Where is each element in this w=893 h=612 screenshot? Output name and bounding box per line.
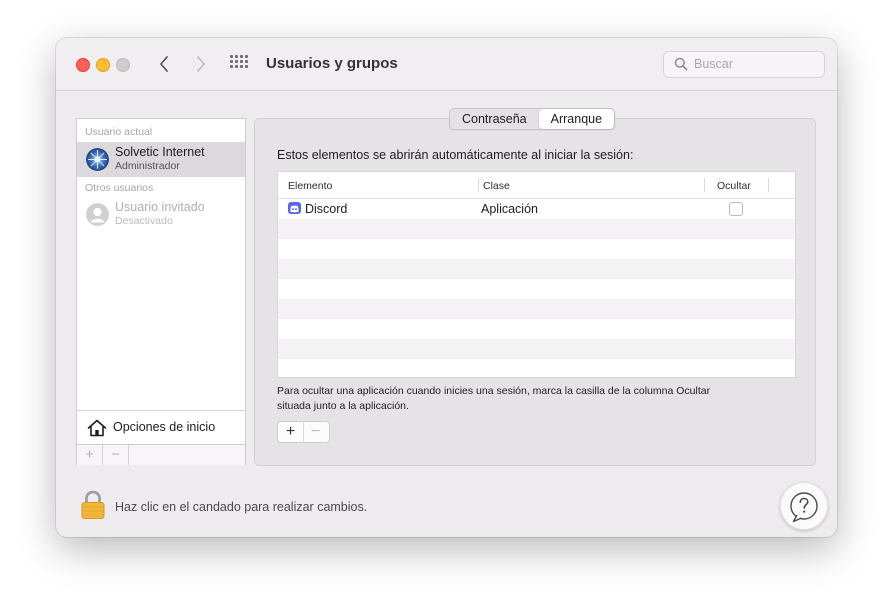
user-avatar — [86, 148, 109, 171]
table-row — [278, 299, 795, 319]
hide-help-text: Para ocultar una aplicación cuando inici… — [277, 384, 797, 413]
table-row — [278, 339, 795, 359]
table-row — [278, 219, 795, 239]
item-name: Discord — [305, 202, 348, 216]
column-divider — [478, 178, 479, 192]
house-icon — [87, 419, 107, 437]
user-role: Administrador — [115, 160, 180, 172]
help-button[interactable] — [780, 482, 828, 530]
startup-add-remove-control: + − — [277, 421, 330, 443]
column-header-item[interactable]: Elemento — [288, 180, 332, 192]
help-icon — [790, 492, 818, 523]
add-startup-item-button[interactable]: + — [278, 422, 304, 442]
add-user-button[interactable]: + — [77, 445, 103, 465]
tab-password[interactable]: Contraseña — [450, 109, 539, 129]
search-field[interactable] — [663, 51, 825, 78]
search-input[interactable] — [694, 55, 814, 73]
discord-icon — [288, 202, 301, 214]
tab-bar: Contraseña Arranque — [449, 108, 616, 130]
minimize-window-button[interactable] — [96, 58, 110, 72]
remove-startup-item-button[interactable]: − — [303, 422, 328, 442]
other-users-section-label: Otros usuarios — [85, 182, 154, 194]
lock-icon — [81, 490, 105, 519]
startup-items-table: Elemento Clase Ocultar Discord Aplicació… — [277, 171, 796, 378]
table-row — [278, 239, 795, 259]
forward-button[interactable] — [189, 52, 213, 76]
chevron-right-icon — [197, 56, 205, 72]
user-name: Solvetic Internet — [115, 145, 205, 159]
column-divider — [768, 178, 769, 192]
login-options-item[interactable]: Opciones de inicio — [77, 410, 245, 444]
help-text-line: situada junto a la aplicación. — [277, 399, 409, 412]
help-text-line: Para ocultar una aplicación cuando inici… — [277, 385, 711, 397]
hide-checkbox[interactable] — [729, 202, 743, 216]
window-title: Usuarios y grupos — [266, 55, 398, 72]
column-header-kind[interactable]: Clase — [483, 180, 510, 192]
show-all-grid-button[interactable] — [230, 55, 250, 73]
close-window-button[interactable] — [76, 58, 90, 72]
lock-button[interactable] — [80, 490, 106, 525]
zoom-window-button[interactable] — [116, 58, 130, 72]
column-header-hide[interactable]: Ocultar — [717, 180, 751, 192]
guest-avatar — [86, 203, 109, 226]
table-header: Elemento Clase Ocultar — [278, 172, 795, 199]
column-divider — [704, 178, 705, 192]
search-icon — [674, 57, 688, 71]
user-row-solvetic-internet[interactable]: Solvetic Internet Administrador — [77, 142, 245, 177]
tab-startup[interactable]: Arranque — [538, 109, 615, 129]
lock-hint-text: Haz clic en el candado para realizar cam… — [115, 500, 368, 514]
startup-intro-text: Estos elementos se abrirán automáticamen… — [277, 148, 634, 162]
user-row-guest[interactable]: Usuario invitado Desactivado — [77, 197, 245, 232]
table-row — [278, 259, 795, 279]
users-add-remove-bar: + − — [77, 444, 245, 465]
table-row[interactable]: Discord Aplicación — [278, 199, 795, 219]
table-row — [278, 319, 795, 339]
back-button[interactable] — [152, 52, 176, 76]
user-role: Desactivado — [115, 215, 173, 227]
table-row — [278, 359, 795, 377]
login-options-label: Opciones de inicio — [113, 420, 216, 434]
table-row — [278, 279, 795, 299]
title-bar: Usuarios y grupos — [56, 38, 837, 91]
chevron-left-icon — [160, 56, 168, 72]
current-user-section-label: Usuario actual — [85, 126, 153, 138]
users-list: Usuario actual Solvetic Internet Adminis… — [76, 118, 246, 465]
remove-user-button[interactable]: − — [103, 445, 129, 465]
item-kind: Aplicación — [481, 202, 538, 216]
user-name: Usuario invitado — [115, 200, 205, 214]
system-preferences-window: Usuarios y grupos Usuario actual — [56, 38, 837, 537]
